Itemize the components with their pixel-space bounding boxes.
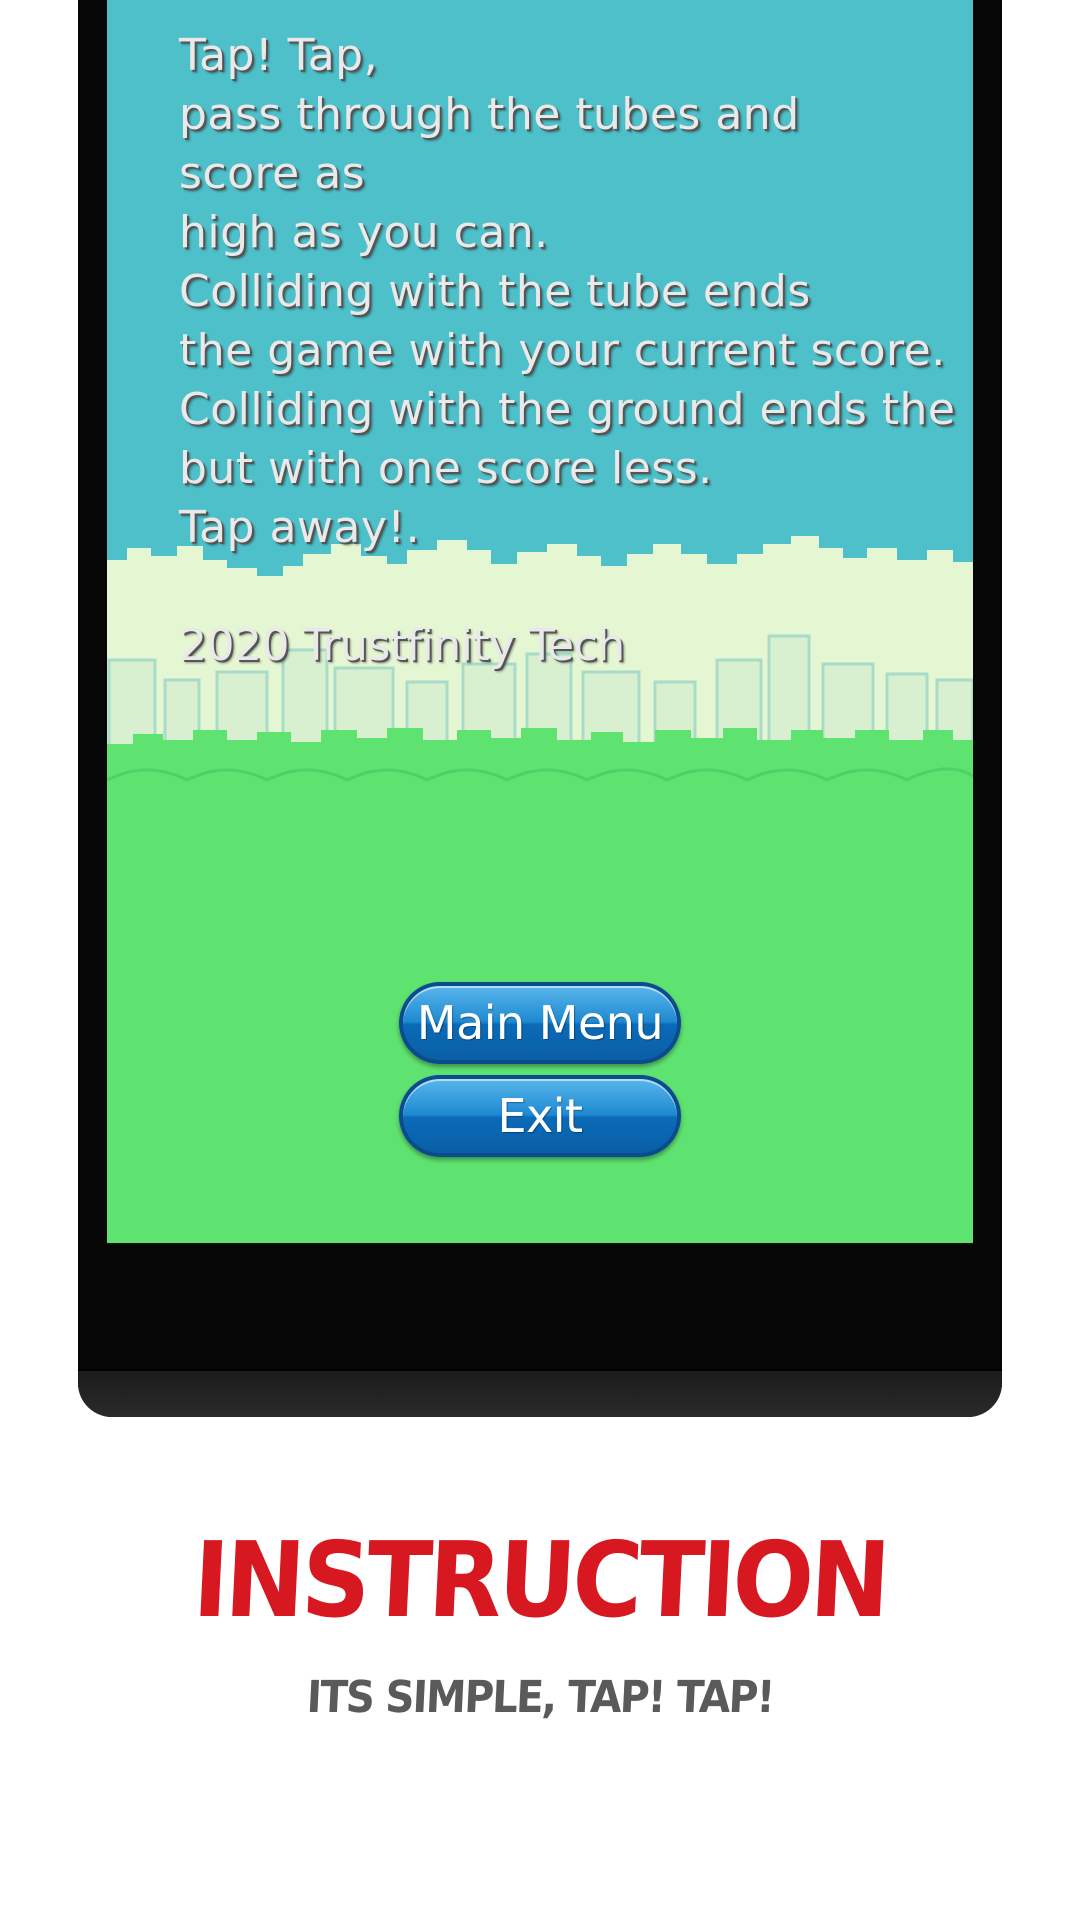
game-screen[interactable]: Tap! Tap, pass through the tubes and sco… <box>107 0 973 1243</box>
instructions-text: Tap! Tap, pass through the tubes and sco… <box>179 26 973 557</box>
instruction-line: but with one score less. <box>179 443 713 494</box>
instruction-line: pass through the tubes and <box>179 89 800 140</box>
phone-frame: Tap! Tap, pass through the tubes and sco… <box>78 0 1002 1417</box>
copyright-text: 2020 Trustfinity Tech <box>179 620 625 671</box>
home-icon[interactable] <box>510 1243 570 1245</box>
back-icon[interactable] <box>752 1243 812 1245</box>
recent-apps-icon[interactable] <box>280 1243 340 1245</box>
instruction-line: score as <box>179 148 366 199</box>
instruction-line: Colliding with the tube ends <box>179 266 811 317</box>
promo-headline: INSTRUCTION <box>190 1519 890 1641</box>
instruction-line: the game with your current score. <box>179 325 946 376</box>
instruction-line: high as you can. <box>179 207 549 258</box>
phone-screen: Tap! Tap, pass through the tubes and sco… <box>107 0 973 1245</box>
exit-button[interactable]: Exit <box>399 1075 681 1157</box>
promo-subline: ITS SIMPLE, TAP! TAP! <box>305 1672 775 1723</box>
phone-chin <box>78 1369 1002 1417</box>
instruction-line: Tap! Tap, <box>179 30 379 81</box>
android-nav-bar <box>107 1243 973 1245</box>
instruction-line: Tap away!. <box>179 502 421 553</box>
instruction-line: Colliding with the ground ends the <box>179 384 956 435</box>
main-menu-button[interactable]: Main Menu <box>399 982 681 1064</box>
